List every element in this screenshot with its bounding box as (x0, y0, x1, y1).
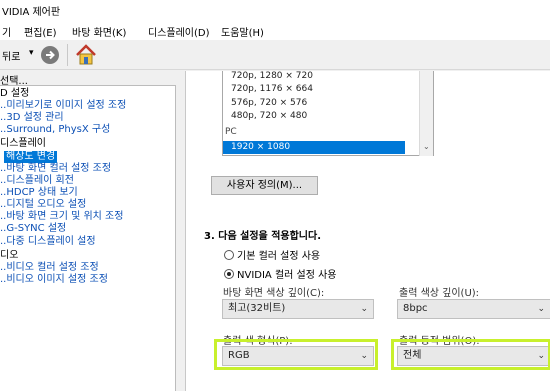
output-depth-select[interactable]: 8bpc ⌄ (397, 299, 550, 319)
toolbar-separator (67, 44, 68, 66)
tree-item-gsync[interactable]: ..G-SYNC 설정 (0, 223, 66, 235)
desktop-depth-value: 최고(32비트) (228, 303, 286, 314)
tree-item-desktop-size[interactable]: ..바탕 화면 크기 및 위치 조정 (0, 211, 123, 223)
radio-on-icon (224, 269, 234, 279)
resolution-option-selected[interactable]: 1920 × 1080 (223, 141, 405, 154)
tree-item-digital-audio[interactable]: ..디지털 오디오 설정 (0, 199, 86, 211)
task-tree: D 설정 ..미리보기로 이미지 설정 조정 ..3D 설정 관리 ..Surr… (0, 85, 176, 391)
resolution-list[interactable]: 720p, 1280 × 720 720p, 1176 × 664 576p, … (222, 71, 434, 156)
back-dropdown-icon[interactable]: ▾ (29, 48, 34, 58)
title-bar: VIDIA 제어판 (0, 0, 550, 20)
desktop-depth-label: 바탕 화면 색상 깊이(C): (223, 288, 325, 299)
tree-item-video-color[interactable]: ..비디오 컬러 설정 조정 (0, 262, 99, 274)
resolution-option[interactable]: 720p, 1280 × 720 (231, 71, 313, 81)
tree-item-3d-manage[interactable]: ..3D 설정 관리 (0, 112, 64, 124)
menu-item-desktop[interactable]: 바탕 화면(K) (72, 24, 126, 39)
tree-category-3d[interactable]: D 설정 (0, 88, 29, 100)
radio-default-color[interactable]: 기본 컬러 설정 사용 (224, 247, 320, 262)
radio-default-color-label: 기본 컬러 설정 사용 (237, 251, 321, 262)
output-depth-value: 8bpc (403, 303, 428, 314)
tree-item-change-resolution[interactable]: 해상도 변경 (4, 151, 58, 163)
radio-off-icon (224, 250, 234, 260)
tree-item-desktop-color[interactable]: ..바탕 화면 컬러 설정 조정 (0, 163, 111, 175)
window-title: VIDIA 제어판 (2, 7, 61, 18)
forward-icon[interactable] (40, 45, 60, 65)
settings-panel: 720p, 1280 × 720 720p, 1176 × 664 576p, … (185, 71, 550, 391)
menu-bar: 기 편집(E) 바탕 화면(K) 디스플레이(D) 도움말(H) (0, 20, 550, 40)
menu-item-help[interactable]: 도움말(H) (221, 24, 264, 39)
tree-category-video[interactable]: 디오 (0, 250, 18, 262)
section-3-title: 3. 다음 설정을 적용합니다. (204, 231, 321, 242)
tree-item-rotate[interactable]: ..디스플레이 회전 (0, 175, 74, 187)
home-icon[interactable] (75, 44, 97, 66)
tree-item-preview-image[interactable]: ..미리보기로 이미지 설정 조정 (0, 100, 126, 112)
tree-item-hdcp[interactable]: ..HDCP 상태 보기 (0, 187, 78, 199)
resolution-option[interactable]: 720p, 1176 × 664 (231, 84, 313, 94)
tree-item-video-image[interactable]: ..비디오 이미지 설정 조정 (0, 274, 108, 286)
tree-item-multi-display[interactable]: ..다중 디스플레이 설정 (0, 236, 96, 248)
chevron-down-icon: ⌄ (360, 304, 368, 314)
customize-button[interactable]: 사용자 정의(M)... (211, 176, 318, 195)
resolution-scrollbar[interactable]: ⌄ (419, 71, 433, 156)
chevron-down-icon: ⌄ (537, 304, 545, 314)
resolution-group-label: PC (225, 127, 237, 137)
highlight-box (214, 339, 378, 370)
menu-item-file[interactable]: 기 (2, 24, 11, 39)
resolution-option[interactable]: 576p, 720 × 576 (231, 98, 307, 108)
radio-nvidia-color[interactable]: NVIDIA 컬러 설정 사용 (224, 266, 337, 281)
tree-category-display[interactable]: 디스플레이 (0, 138, 46, 150)
radio-nvidia-color-label: NVIDIA 컬러 설정 사용 (237, 270, 337, 281)
tree-item-surround[interactable]: ..Surround, PhysX 구성 (0, 124, 110, 136)
desktop-depth-select[interactable]: 최고(32비트) ⌄ (222, 299, 374, 319)
menu-item-edit[interactable]: 편집(E) (24, 24, 57, 39)
menu-item-display[interactable]: 디스플레이(D) (148, 24, 210, 39)
resolution-option[interactable]: 480p, 720 × 480 (231, 111, 307, 121)
back-button[interactable]: 뒤로 (2, 48, 20, 63)
highlight-box (391, 339, 550, 370)
output-depth-label: 출력 색상 깊이(U): (399, 288, 480, 299)
scroll-down-icon[interactable]: ⌄ (423, 142, 430, 151)
toolbar: 뒤로 ▾ (0, 40, 550, 70)
